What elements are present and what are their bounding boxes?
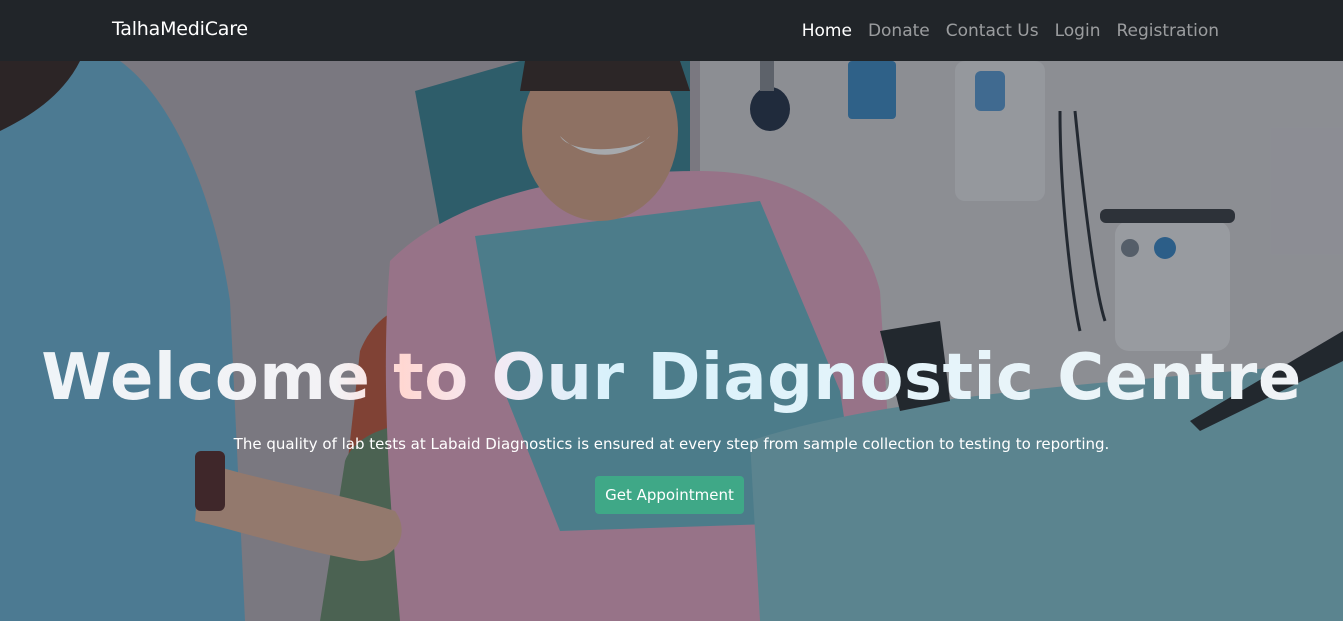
nav-link-donate[interactable]: Donate <box>868 21 930 41</box>
brand-logo[interactable]: TalhaMediCare <box>112 18 248 40</box>
get-appointment-button[interactable]: Get Appointment <box>595 476 744 514</box>
hero-banner: Welcome to Our Diagnostic Centre The qua… <box>0 61 1343 621</box>
nav-link-registration[interactable]: Registration <box>1116 21 1219 41</box>
nav-link-home[interactable]: Home <box>802 21 852 41</box>
top-navbar: TalhaMediCare Home Donate Contact Us Log… <box>0 0 1343 61</box>
hero-title: Welcome to Our Diagnostic Centre <box>0 341 1343 415</box>
nav-link-login[interactable]: Login <box>1055 21 1101 41</box>
hero-subtitle: The quality of lab tests at Labaid Diagn… <box>233 435 1110 453</box>
nav-links: Home Donate Contact Us Login Registratio… <box>802 0 1219 61</box>
nav-link-contact-us[interactable]: Contact Us <box>946 21 1039 41</box>
